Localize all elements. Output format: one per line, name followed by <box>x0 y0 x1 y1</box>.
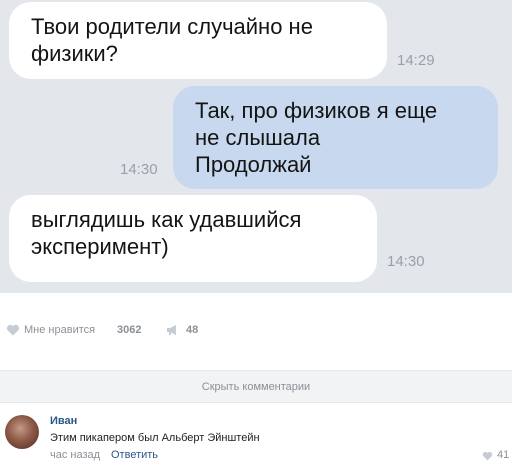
message-time: 14:30 <box>120 161 158 178</box>
incoming-message-bubble: выглядишь как удавшийся эксперимент) <box>9 195 377 282</box>
like-count[interactable]: 3062 <box>117 324 141 336</box>
share-count[interactable]: 48 <box>186 324 198 336</box>
message-text: Так, про физиков я еще не слышала Продол… <box>195 98 438 177</box>
message-text: Твои родители случайно не физики? <box>31 14 313 66</box>
like-button[interactable]: Мне нравится <box>24 324 95 336</box>
post-actions: Мне нравится 3062 48 <box>0 320 512 340</box>
avatar[interactable] <box>5 415 39 449</box>
hide-comments-label: Скрыть комментарии <box>201 381 311 393</box>
comment-time[interactable]: час назад <box>50 449 100 461</box>
megaphone-icon[interactable] <box>166 324 179 336</box>
comment-like-count[interactable]: 41 <box>497 449 509 461</box>
incoming-message-bubble: Твои родители случайно не физики? <box>9 2 387 79</box>
heart-icon[interactable] <box>6 324 20 336</box>
outgoing-message-bubble: Так, про физиков я еще не слышала Продол… <box>173 86 498 189</box>
reply-button[interactable]: Ответить <box>111 449 158 461</box>
message-text: выглядишь как удавшийся эксперимент) <box>31 207 302 259</box>
hide-comments-button[interactable]: Скрыть комментарии <box>0 370 512 403</box>
message-time: 14:29 <box>397 52 435 69</box>
comment-text: Этим пикапером был Альберт Эйнштейн <box>50 432 260 444</box>
chat-screenshot: Твои родители случайно не физики? 14:29 … <box>0 0 512 293</box>
message-time: 14:30 <box>387 253 425 270</box>
comment: Иван Этим пикапером был Альберт Эйнштейн… <box>0 403 512 465</box>
heart-icon[interactable] <box>482 451 493 461</box>
comment-author[interactable]: Иван <box>50 415 77 427</box>
